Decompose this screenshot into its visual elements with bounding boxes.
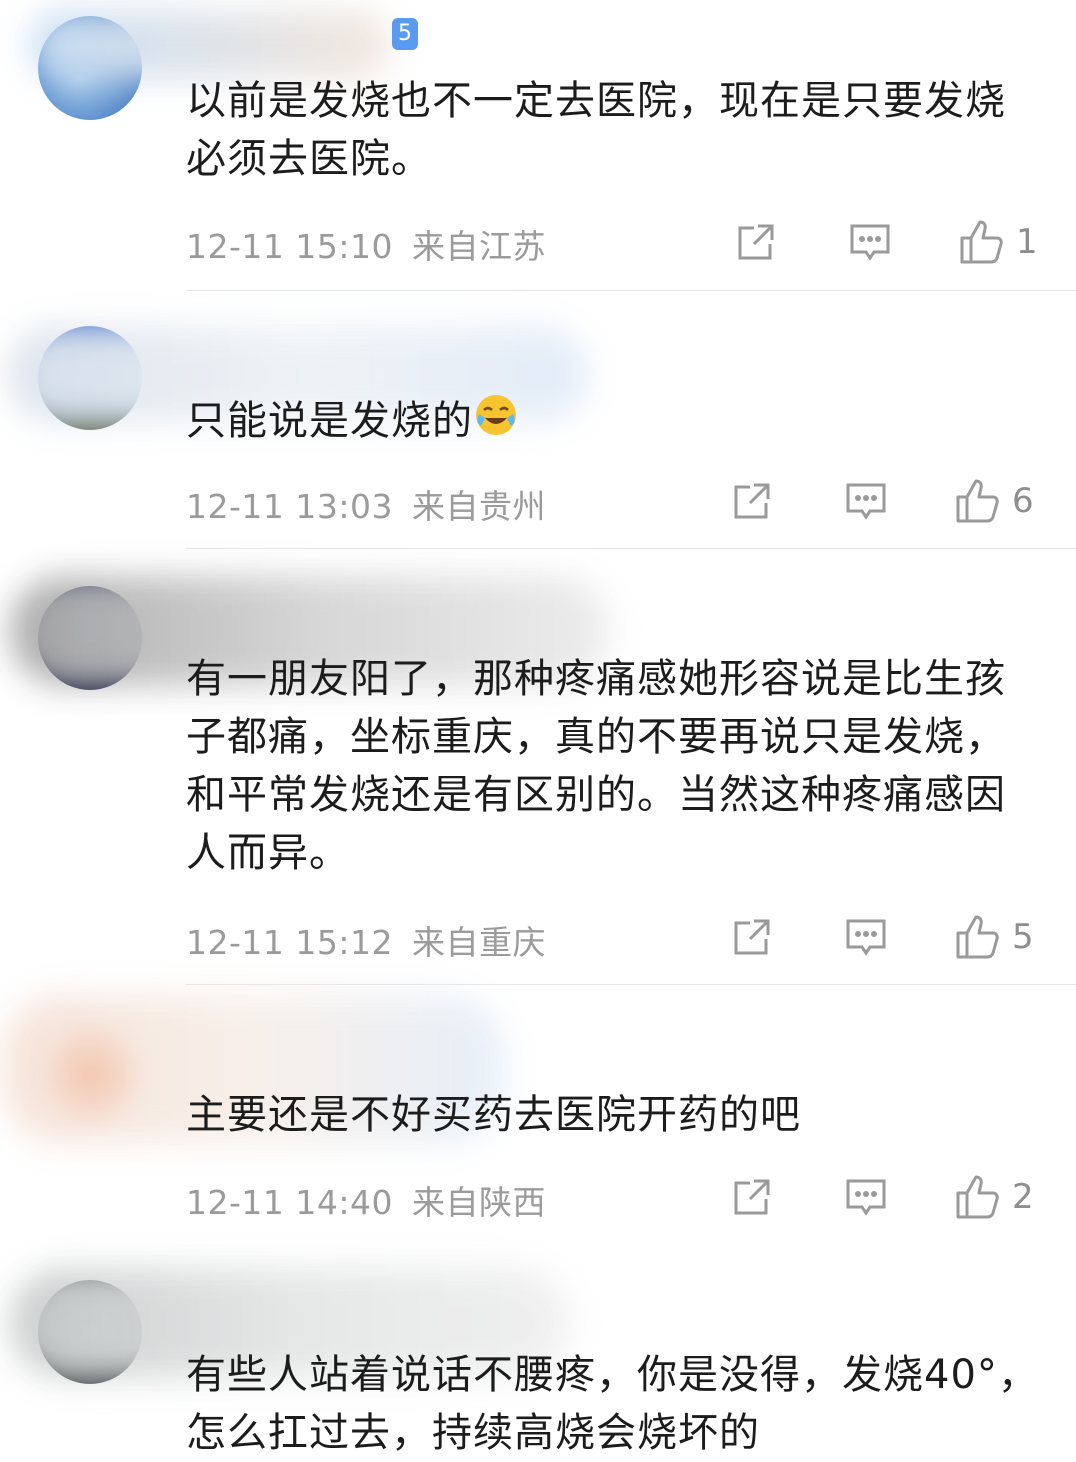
comment-actions: 6 <box>728 476 1048 526</box>
comment-location: 来自重庆 <box>411 923 546 962</box>
comment-meta: 12-11 15:10 来自江苏 <box>186 220 546 268</box>
comment-actions: 5 <box>728 912 1048 962</box>
like-count: 1 <box>1016 222 1038 262</box>
comment-time: 12-11 15:10 <box>186 227 393 266</box>
thumbs-up-icon <box>956 1175 999 1219</box>
comment-meta: 12-11 15:12 来自重庆 <box>186 916 546 964</box>
blurred-username <box>30 10 390 80</box>
comment-time: 12-11 13:03 <box>186 487 393 526</box>
comment-location: 来自陕西 <box>411 1183 546 1222</box>
share-button[interactable] <box>734 217 778 267</box>
comment-item: 有些人站着说话不腰疼，你是没得，发烧40°，怎么扛过去，持续高烧会烧坏的 <box>0 1246 1076 1456</box>
comment-text: 只能说是发烧的 <box>186 392 1046 450</box>
comment-actions: 1 <box>728 217 1048 267</box>
comment-text: 以前是发烧也不一定去医院，现在是只要发烧必须去医院。 <box>186 78 1006 182</box>
avatar[interactable] <box>38 1022 142 1126</box>
like-count: 2 <box>1012 1177 1034 1217</box>
share-button[interactable] <box>730 1172 774 1222</box>
reply-icon <box>846 919 886 956</box>
comment-text: 主要还是不好买药去医院开药的吧 <box>186 1092 801 1138</box>
reply-icon <box>846 1179 886 1216</box>
reply-icon <box>850 224 890 261</box>
share-icon <box>734 1179 770 1215</box>
divider <box>186 290 1076 291</box>
share-button[interactable] <box>730 912 774 962</box>
divider <box>186 548 1076 549</box>
comment-time: 12-11 15:12 <box>186 923 393 962</box>
comment-text-content: 只能说是发烧的 <box>186 398 473 444</box>
comment-item: 5 以前是发烧也不一定去医院，现在是只要发烧必须去医院。 12-11 15:10… <box>0 0 1076 292</box>
like-count: 5 <box>1012 917 1034 957</box>
thumbs-up-icon <box>960 220 1003 264</box>
comment-actions: 2 <box>728 1172 1048 1222</box>
reply-button[interactable] <box>844 1172 888 1222</box>
reply-button[interactable] <box>844 476 888 526</box>
like-button[interactable]: 1 <box>958 217 1038 267</box>
like-button[interactable]: 5 <box>954 912 1034 962</box>
share-icon <box>734 919 770 955</box>
divider <box>186 984 1076 985</box>
reply-icon <box>846 483 886 520</box>
comment-item: 有一朋友阳了，那种疼痛感她形容说是比生孩子都痛，坐标重庆，真的不要再说只是发烧，… <box>0 550 1076 986</box>
share-icon <box>738 224 774 260</box>
like-count: 6 <box>1012 481 1034 521</box>
thumbs-up-icon <box>956 915 999 959</box>
like-button[interactable]: 6 <box>954 476 1034 526</box>
comment-meta: 12-11 13:03 来自贵州 <box>186 480 546 528</box>
like-button[interactable]: 2 <box>954 1172 1034 1222</box>
comment-text: 有些人站着说话不腰疼，你是没得，发烧40°，怎么扛过去，持续高烧会烧坏的 <box>186 1352 1039 1456</box>
reply-button[interactable] <box>848 217 892 267</box>
share-button[interactable] <box>730 476 774 526</box>
reply-button[interactable] <box>844 912 888 962</box>
comment-item: 只能说是发烧的 12-11 13:03 来自贵州 6 <box>0 292 1076 550</box>
comment-location: 来自江苏 <box>411 227 546 266</box>
comment-meta: 12-11 14:40 来自陕西 <box>186 1176 546 1224</box>
thumbs-up-icon <box>956 479 999 523</box>
level-badge: 5 <box>392 18 418 50</box>
comment-location: 来自贵州 <box>411 487 546 526</box>
laughing-crying-emoji-icon <box>476 395 516 435</box>
share-icon <box>734 483 770 519</box>
comment-item: 主要还是不好买药去医院开药的吧 12-11 14:40 来自陕西 2 <box>0 986 1076 1246</box>
comment-time: 12-11 14:40 <box>186 1183 393 1222</box>
comment-text: 有一朋友阳了，那种疼痛感她形容说是比生孩子都痛，坐标重庆，真的不要再说只是发烧，… <box>186 656 1006 876</box>
